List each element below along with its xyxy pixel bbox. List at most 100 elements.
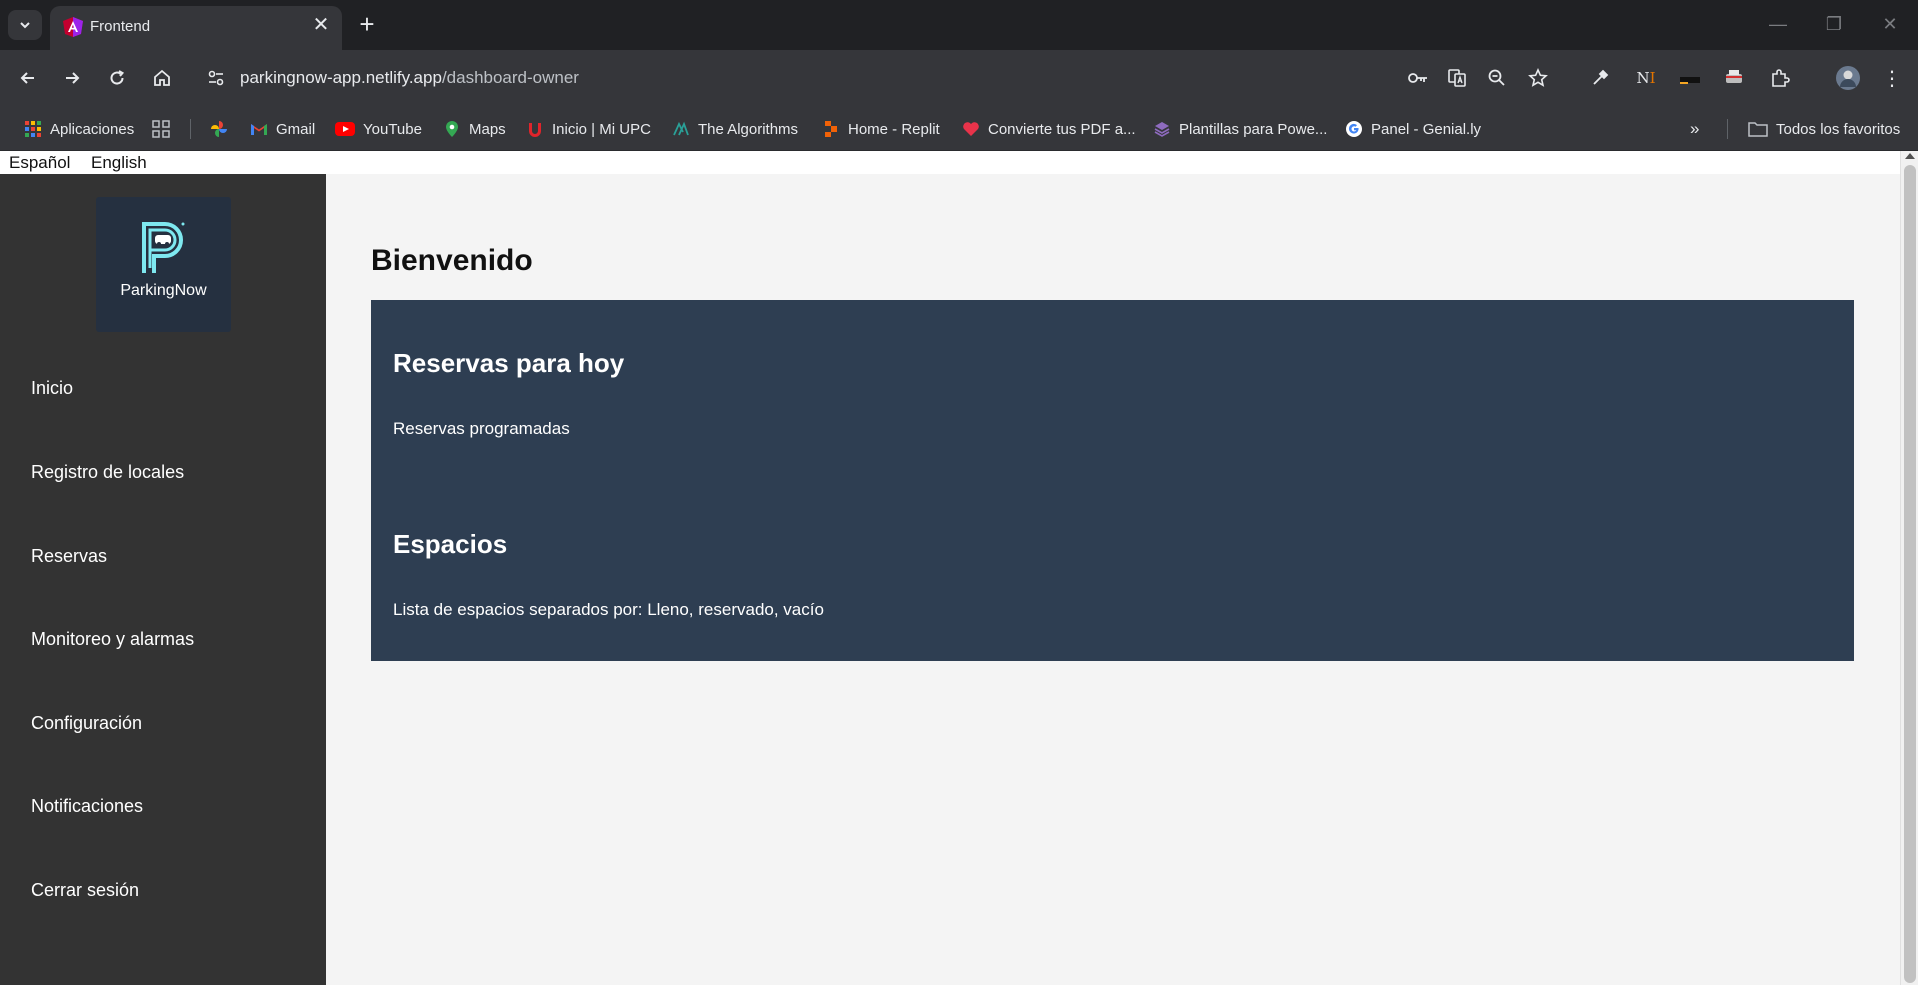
tab-title: Frontend [90,18,151,35]
arrow-left-icon [20,72,34,84]
folder-icon [1748,122,1768,137]
bookmark-tab-groups[interactable] [152,117,178,141]
nav-cerrar-sesion[interactable]: Cerrar sesión [31,880,139,901]
bookmark-replit[interactable]: Home - Replit [822,117,940,141]
address-bar[interactable]: parkingnow-app.netlify.app/dashboard-own… [240,68,579,88]
nav-inicio[interactable]: Inicio [31,378,73,399]
section-text-reservas: Reservas programadas [393,419,570,438]
back-button[interactable] [12,62,44,94]
extensions-puzzle-icon[interactable] [1764,62,1796,94]
extension-printer-icon[interactable] [1718,62,1750,94]
more-menu-icon[interactable]: ⋮ [1876,62,1908,94]
lang-english-button[interactable]: English [91,153,147,173]
bookmark-upc[interactable]: Inicio | Mi UPC [526,117,651,141]
bookmark-label: Aplicaciones [50,120,135,138]
maps-pin-icon [446,121,458,137]
more-bookmarks-icon[interactable]: » [1690,117,1699,141]
new-tab-button[interactable]: + [352,10,382,40]
home-button[interactable] [146,62,178,94]
close-window-icon[interactable]: ✕ [1870,8,1910,40]
restore-icon[interactable]: ❐ [1814,8,1854,40]
nav-monitoreo-alarmas[interactable]: Monitoreo y alarmas [31,629,194,650]
url-host: parkingnow-app.netlify.app [240,68,442,87]
algorithms-icon [673,121,689,136]
url-path: /dashboard-owner [441,68,579,87]
scroll-thumb[interactable] [1904,165,1916,983]
translate-icon[interactable] [1441,62,1473,94]
grid-icon [152,120,170,138]
youtube-icon [335,122,355,136]
google-photos-icon [211,121,227,137]
minimize-icon[interactable]: — [1758,8,1798,40]
bookmark-separator [1727,119,1728,139]
close-tab-icon[interactable]: ✕ [308,12,334,38]
color-picker-extension-icon[interactable] [1584,62,1616,94]
extension-car-icon[interactable] [1674,62,1706,94]
nav-configuracion[interactable]: Configuración [31,713,142,734]
arrow-right-icon [66,72,80,84]
language-bar: Español English [0,151,1900,174]
bookmark-label: Gmail [276,120,316,138]
angular-favicon-icon [63,17,83,37]
bookmark-label: Todos los favoritos [1776,120,1901,138]
zoom-icon[interactable] [1481,62,1513,94]
main-content: Bienvenido Reservas para hoy Reservas pr… [326,174,1900,985]
section-text-espacios: Lista de espacios separados por: Lleno, … [393,600,824,619]
chevron-down-icon [20,22,30,29]
slides-layers-icon [1154,122,1170,137]
tab-search-button[interactable] [8,10,42,40]
bookmark-gmail[interactable]: Gmail [250,117,315,141]
home-icon [154,69,170,86]
reload-button[interactable] [101,62,133,94]
tab-strip: Frontend ✕ + — ❐ ✕ [0,0,1918,50]
page-scrollbar[interactable] [1900,151,1918,985]
forward-button[interactable] [56,62,88,94]
nav-notificaciones[interactable]: Notificaciones [31,796,143,817]
bookmark-label: Maps [469,120,506,138]
all-bookmarks-folder[interactable]: Todos los favoritos [1748,117,1900,141]
bookmark-label: Panel - Genial.ly [1371,120,1482,138]
browser-toolbar: parkingnow-app.netlify.app/dashboard-own… [0,50,1918,107]
scroll-up-arrow-icon[interactable] [1905,153,1915,159]
site-info-button[interactable] [200,62,232,94]
bookmark-youtube[interactable]: YouTube [335,117,422,141]
bookmark-algorithms[interactable]: The Algorithms [672,117,798,141]
lang-spanish-button[interactable]: Español [9,153,70,173]
bookmark-plantillas[interactable]: Plantillas para Powe... [1153,117,1327,141]
replit-icon [825,121,837,137]
parkingnow-logo: ParkingNow [96,197,231,332]
bookmark-label: Convierte tus PDF a... [988,120,1136,138]
browser-tab[interactable]: Frontend ✕ [50,6,342,50]
nav-registro-locales[interactable]: Registro de locales [31,462,184,483]
bookmark-genially[interactable]: Panel - Genial.ly [1345,117,1481,141]
upc-icon [529,123,541,137]
page-viewport: Español English ParkingNow Inicio Regist… [0,151,1918,985]
password-key-icon[interactable] [1402,62,1434,94]
section-heading-espacios: Espacios [393,529,508,559]
tune-icon [208,70,224,86]
sidebar: ParkingNow Inicio Registro de locales Re… [0,174,326,985]
reload-icon [110,70,125,85]
page-title: Bienvenido [371,244,533,277]
bookmarks-bar: Aplicaciones Gmail YouTube Maps Inicio |… [0,107,1918,151]
heart-icon [963,122,979,136]
bookmark-label: Inicio | Mi UPC [552,120,651,138]
notion-extension-icon[interactable]: NI [1630,62,1662,94]
bookmark-pdf[interactable]: Convierte tus PDF a... [962,117,1136,141]
nav-reservas[interactable]: Reservas [31,546,107,567]
section-heading-reservas: Reservas para hoy [393,348,625,378]
bookmark-photos[interactable] [210,117,236,141]
dashboard-panel: Reservas para hoy Reservas programadas E… [371,300,1854,661]
profile-avatar[interactable] [1832,62,1864,94]
bookmark-separator [190,119,191,139]
bookmark-label: The Algorithms [698,120,799,138]
bookmark-label: Plantillas para Powe... [1179,120,1328,138]
google-g-icon [1346,121,1362,137]
parking-p-logo-icon [142,222,185,273]
bookmark-star-icon[interactable] [1522,62,1554,94]
logo-text: ParkingNow [120,282,207,299]
bookmark-apps[interactable]: Aplicaciones [24,117,134,141]
bookmark-maps[interactable]: Maps [443,117,506,141]
gmail-icon [251,124,267,135]
bookmark-label: Home - Replit [848,120,940,138]
